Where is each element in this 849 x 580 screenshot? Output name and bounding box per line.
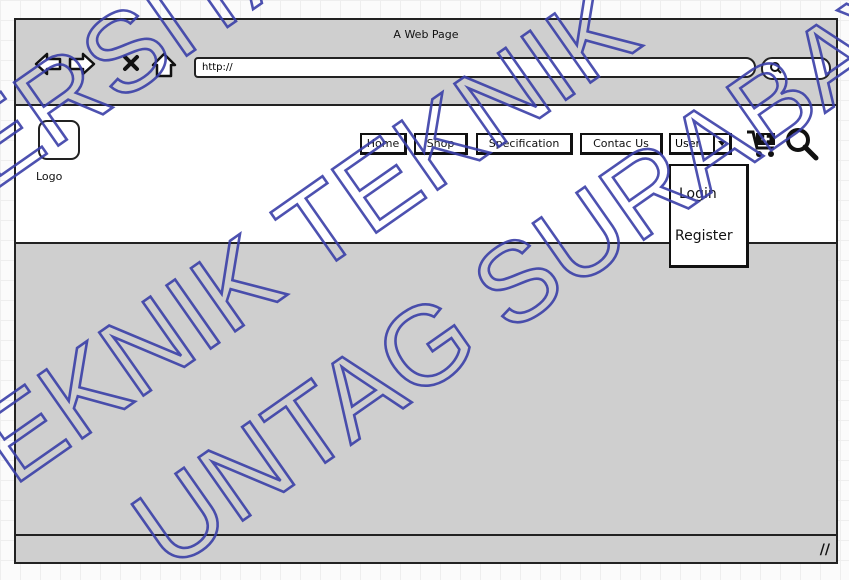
user-dropdown-menu: Login Register	[669, 164, 749, 268]
nav-shop-button[interactable]: Shop	[414, 133, 468, 155]
close-x-icon[interactable]	[122, 54, 140, 72]
cart-plus-icon[interactable]	[746, 128, 780, 160]
menu-item-login[interactable]: Login	[679, 186, 717, 202]
forward-arrow-icon[interactable]	[68, 52, 96, 76]
home-icon[interactable]	[150, 52, 178, 78]
browser-search-field[interactable]	[761, 57, 831, 80]
content-area	[16, 244, 836, 536]
magnifier-icon[interactable]	[784, 126, 820, 162]
browser-window: A Web Page http:// Logo Home Shop Specif…	[14, 18, 838, 564]
logo-label: Logo	[36, 170, 63, 183]
menu-item-register[interactable]: Register	[675, 228, 733, 244]
search-icon	[770, 62, 782, 74]
url-input[interactable]: http://	[194, 57, 756, 78]
nav-specification-button[interactable]: Specification	[476, 133, 573, 155]
nav-home-button[interactable]: Home	[360, 133, 407, 155]
site-header: Logo Home Shop Specification Contac Us U…	[16, 106, 836, 268]
user-dropdown-label: User	[675, 137, 701, 150]
browser-toolbar: A Web Page http://	[16, 20, 836, 106]
logo-placeholder	[38, 120, 80, 160]
user-dropdown[interactable]: User	[669, 133, 732, 155]
chevron-down-icon[interactable]	[713, 135, 729, 152]
nav-contact-button[interactable]: Contac Us	[580, 133, 663, 155]
status-bar: //	[16, 536, 836, 562]
back-arrow-icon[interactable]	[34, 52, 62, 76]
window-title: A Web Page	[393, 28, 459, 41]
resize-grip-icon[interactable]: //	[820, 542, 830, 558]
